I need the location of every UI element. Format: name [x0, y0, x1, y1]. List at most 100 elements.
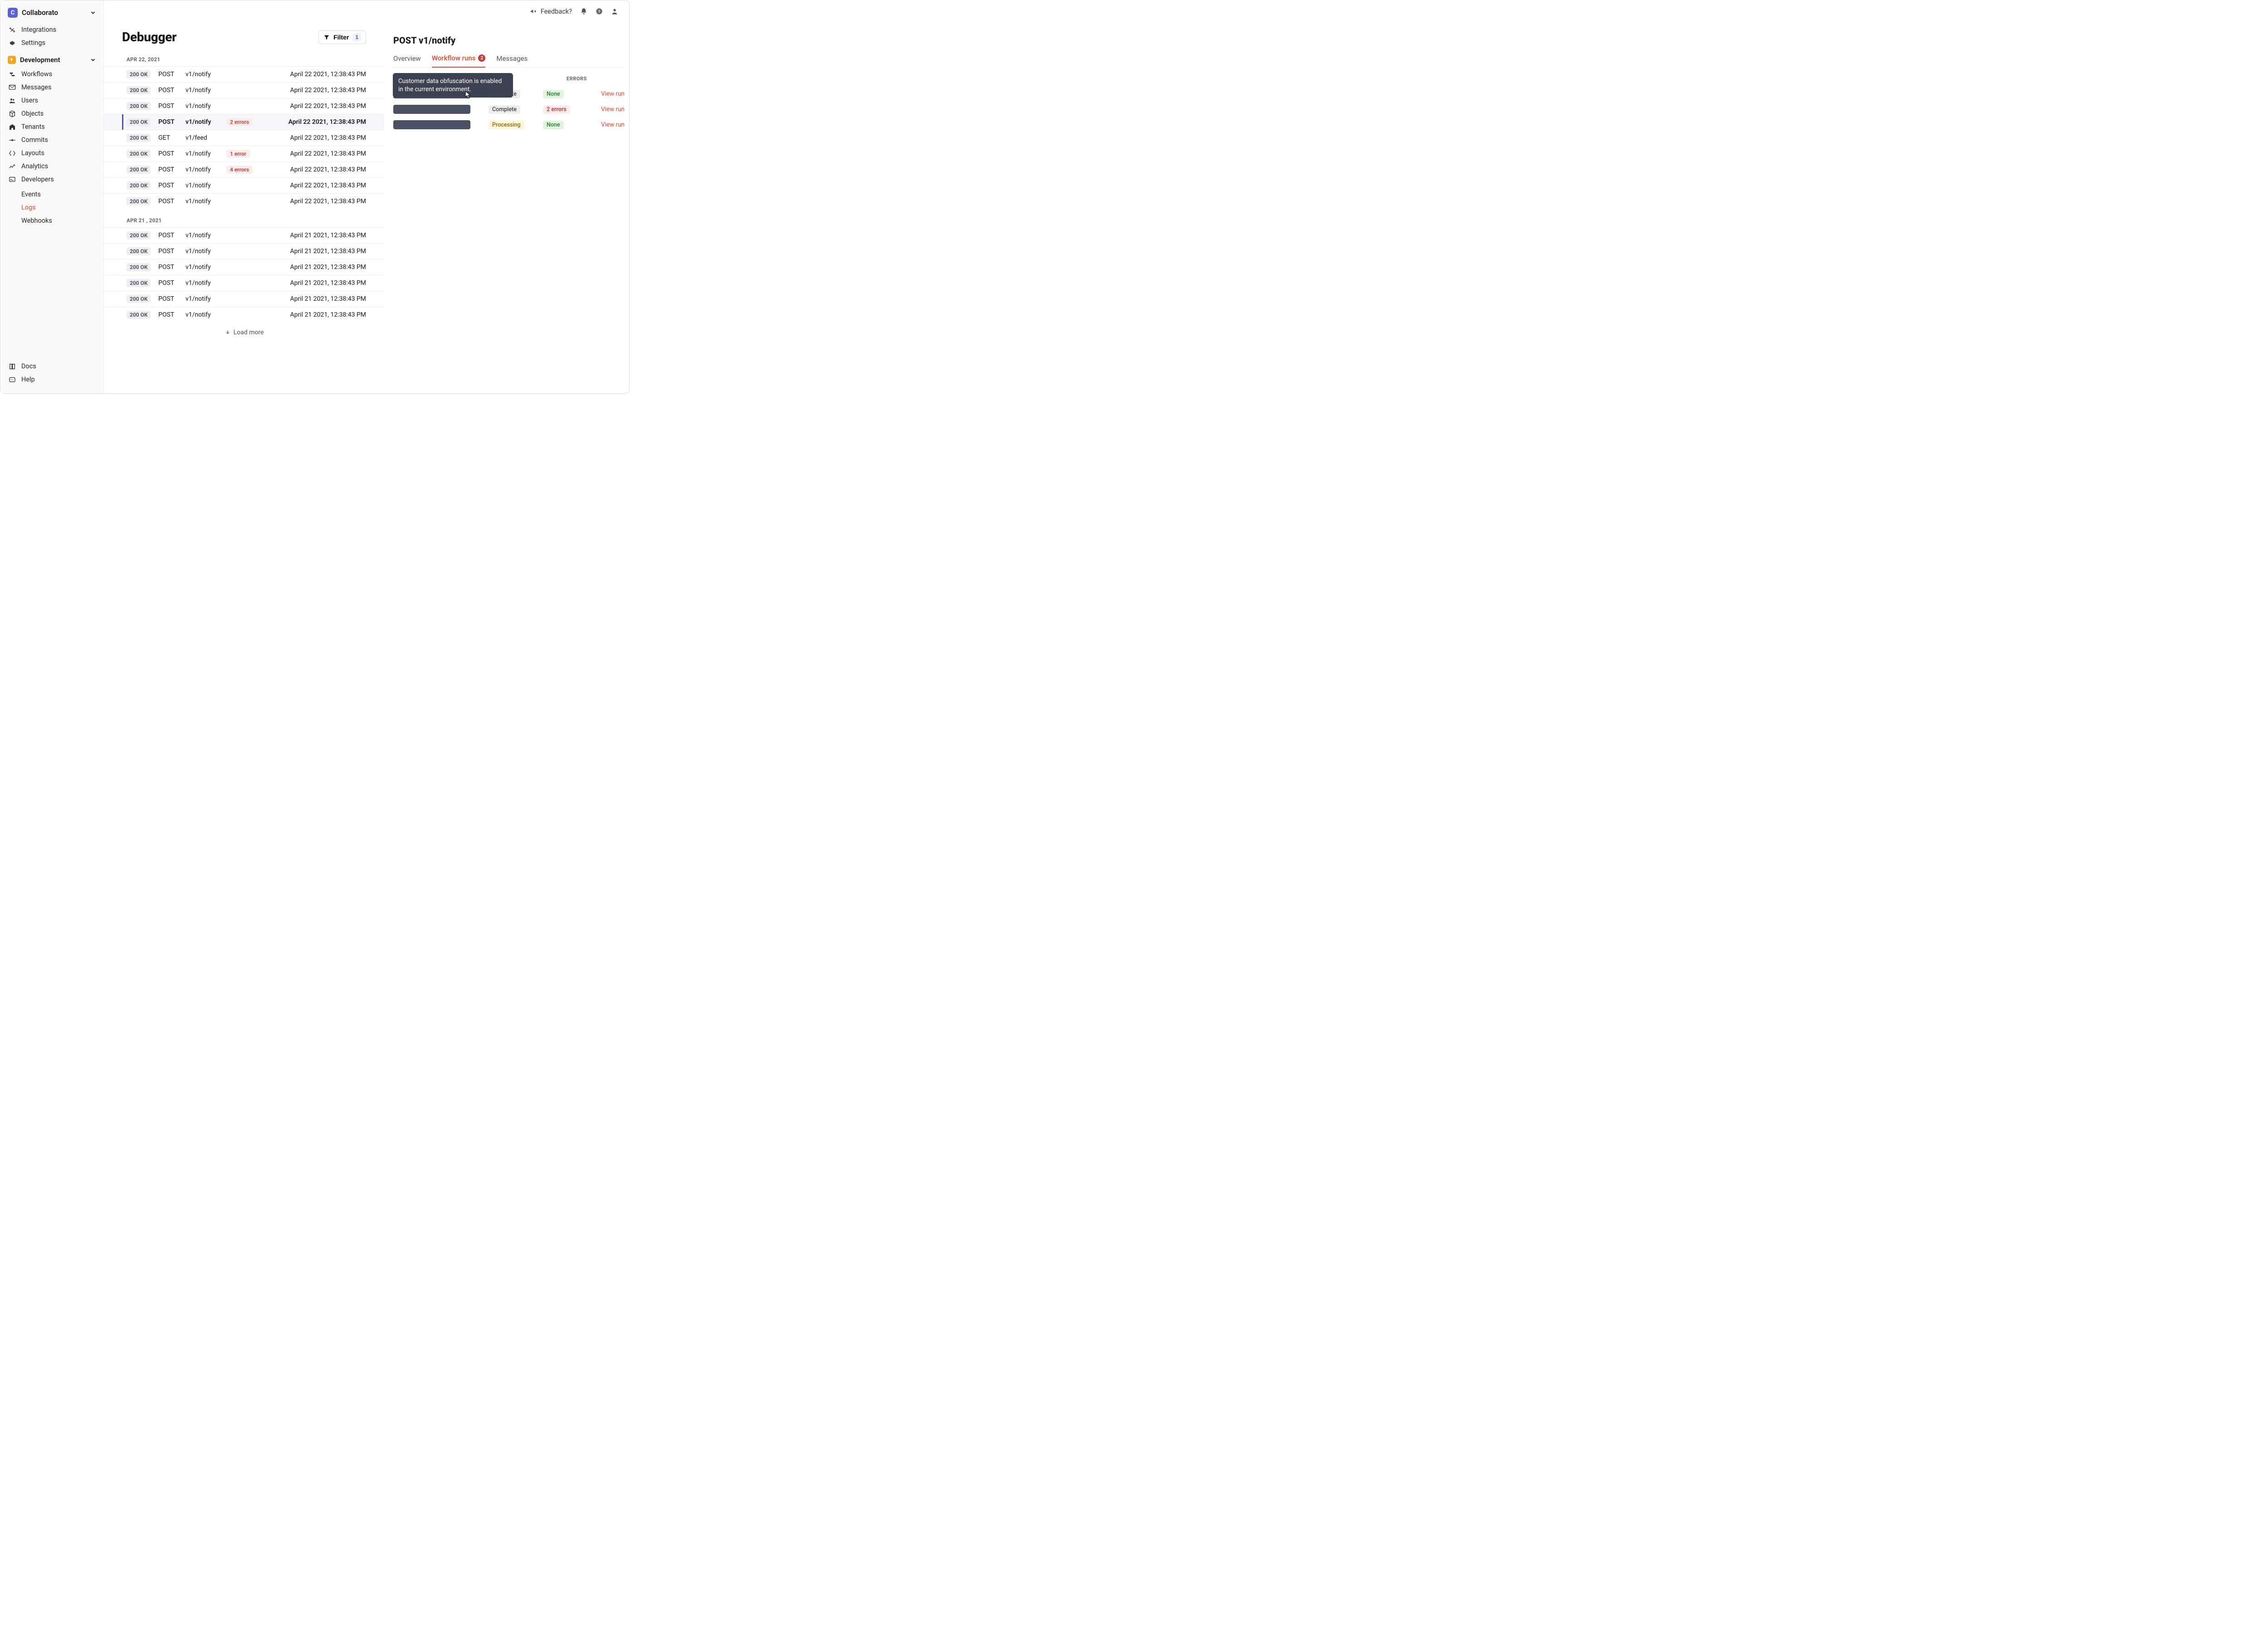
sidebar-item-settings[interactable]: Settings: [4, 36, 100, 49]
obfuscation-tooltip: Customer data obfuscation is enabled in …: [393, 73, 513, 98]
sidebar-item-webhooks[interactable]: Webhooks: [4, 214, 100, 227]
log-time: April 22 2021, 12:38:43 PM: [263, 87, 366, 94]
run-status-badge: Complete: [489, 105, 520, 114]
sidebar-item-events[interactable]: Events: [4, 188, 100, 201]
user-avatar[interactable]: [611, 8, 618, 15]
log-row[interactable]: 200 OKPOSTv1/notifyApril 22 2021, 12:38:…: [104, 193, 384, 209]
sidebar-item-layouts[interactable]: Layouts: [4, 147, 100, 160]
settings-icon: [9, 39, 16, 47]
log-path: v1/notify: [186, 103, 226, 110]
status-badge: 200 OK: [127, 311, 151, 319]
sidebar-item-help[interactable]: Help: [4, 373, 100, 386]
integrations-icon: [9, 26, 16, 34]
log-path: v1/notify: [186, 264, 226, 271]
download-icon: [225, 329, 231, 336]
sidebar-item-label: Logs: [21, 204, 36, 211]
log-row[interactable]: 200 OKPOSTv1/notifyApril 22 2021, 12:38:…: [104, 66, 384, 82]
view-run-link[interactable]: View run: [588, 121, 625, 128]
status-badge: 200 OK: [127, 279, 151, 287]
log-row[interactable]: 200 OKPOSTv1/notify4 errorsApril 22 2021…: [104, 161, 384, 177]
users-icon: [9, 97, 16, 104]
errors-badge: 4 errors: [226, 166, 253, 174]
sidebar-footer-list: Docs Help: [0, 359, 103, 387]
log-time: April 21 2021, 12:38:43 PM: [263, 264, 366, 271]
log-date-header: APR 22, 2021: [104, 48, 384, 66]
sidebar-item-users[interactable]: Users: [4, 94, 100, 107]
log-time: April 21 2021, 12:38:43 PM: [263, 311, 366, 318]
sidebar-item-objects[interactable]: Objects: [4, 107, 100, 120]
log-time: April 21 2021, 12:38:43 PM: [263, 232, 366, 239]
status-badge: 200 OK: [127, 102, 151, 110]
log-row[interactable]: 200 OKPOSTv1/notify2 errorsApril 22 2021…: [104, 114, 384, 130]
log-row[interactable]: 200 OKPOSTv1/notifyApril 21 2021, 12:38:…: [104, 227, 384, 243]
obfuscated-name[interactable]: [393, 105, 470, 114]
view-run-link[interactable]: View run: [588, 106, 625, 113]
log-row[interactable]: 200 OKGETv1/feedApril 22 2021, 12:38:43 …: [104, 130, 384, 146]
status-badge: 200 OK: [127, 295, 151, 303]
sidebar-item-commits[interactable]: Commits: [4, 133, 100, 147]
log-method: POST: [158, 166, 186, 173]
workflows-icon: [9, 71, 16, 78]
sidebar-item-label: Help: [21, 376, 35, 383]
log-method: POST: [158, 118, 186, 126]
obfuscated-name[interactable]: [393, 120, 470, 129]
sidebar-item-messages[interactable]: Messages: [4, 81, 100, 94]
sidebar-item-tenants[interactable]: Tenants: [4, 120, 100, 133]
log-row[interactable]: 200 OKPOSTv1/notifyApril 22 2021, 12:38:…: [104, 177, 384, 193]
sidebar-item-label: Users: [21, 97, 38, 104]
sidebar-item-docs[interactable]: Docs: [4, 360, 100, 373]
log-row[interactable]: 200 OKPOSTv1/notifyApril 21 2021, 12:38:…: [104, 291, 384, 307]
tab-workflow-runs-badge: 2: [478, 54, 485, 62]
workspace-switcher[interactable]: C Collaborato: [0, 5, 103, 22]
log-row[interactable]: 200 OKPOSTv1/notifyApril 21 2021, 12:38:…: [104, 243, 384, 259]
log-method: POST: [158, 248, 186, 255]
sidebar-item-developers[interactable]: Developers: [4, 173, 100, 186]
sidebar-dev-list: WorkflowsMessages Users Objects Tenants Comm…: [0, 67, 103, 187]
runs-head-errors: ERRORS: [543, 76, 588, 82]
sidebar-item-label: Docs: [21, 362, 36, 370]
log-method: POST: [158, 103, 186, 110]
commits-icon: [9, 137, 16, 144]
view-run-link[interactable]: View run: [588, 90, 625, 98]
filter-button[interactable]: Filter 1: [318, 30, 366, 44]
log-row[interactable]: 200 OKPOSTv1/notifyApril 21 2021, 12:38:…: [104, 259, 384, 275]
filter-label: Filter: [333, 34, 349, 41]
sidebar-section-development[interactable]: Development: [0, 50, 103, 67]
help-icon[interactable]: ?: [596, 8, 603, 15]
brand-name: Collaborato: [22, 9, 58, 17]
log-row[interactable]: 200 OKPOSTv1/notifyApril 21 2021, 12:38:…: [104, 307, 384, 323]
log-row[interactable]: 200 OKPOSTv1/notifyApril 22 2021, 12:38:…: [104, 98, 384, 114]
sidebar-item-label: Objects: [21, 110, 44, 117]
sidebar-item-analytics[interactable]: Analytics: [4, 160, 100, 173]
sidebar-item-logs[interactable]: Logs: [4, 201, 100, 214]
logs-list[interactable]: APR 22, 2021200 OKPOSTv1/notifyApril 22 …: [104, 48, 384, 352]
megaphone-icon: [530, 8, 537, 15]
objects-icon: [9, 110, 16, 117]
load-more-button[interactable]: Load more: [104, 323, 384, 342]
sidebar-item-workflows[interactable]: Workflows: [4, 68, 100, 81]
log-path: v1/notify: [186, 248, 226, 255]
log-row[interactable]: 200 OKPOSTv1/notifyApril 21 2021, 12:38:…: [104, 275, 384, 291]
topbar: Feedback? ?: [104, 0, 629, 22]
detail-tabs: Overview Workflow runs 2 Messages: [393, 52, 625, 68]
log-method: POST: [158, 295, 186, 303]
log-time: April 21 2021, 12:38:43 PM: [263, 295, 366, 303]
bell-icon[interactable]: [580, 8, 587, 15]
log-path: v1/notify: [186, 182, 226, 189]
sidebar-item-label: Tenants: [21, 123, 45, 131]
log-row[interactable]: 200 OKPOSTv1/notify1 errorApril 22 2021,…: [104, 146, 384, 161]
sidebar-item-label: Events: [21, 191, 41, 198]
status-badge: 200 OK: [127, 197, 151, 205]
status-badge: 200 OK: [127, 150, 151, 158]
feedback-button[interactable]: Feedback?: [530, 8, 572, 15]
app-root: C Collaborato Integrations Settings Devel…: [0, 0, 629, 393]
sidebar-item-label: Webhooks: [21, 217, 52, 225]
tab-overview[interactable]: Overview: [393, 52, 421, 67]
log-row[interactable]: 200 OKPOSTv1/notifyApril 22 2021, 12:38:…: [104, 82, 384, 98]
tab-messages[interactable]: Messages: [496, 52, 528, 67]
sidebar-item-integrations[interactable]: Integrations: [4, 23, 100, 36]
load-more-label: Load more: [234, 329, 264, 336]
sidebar-item-label: Settings: [21, 39, 45, 47]
log-path: v1/notify: [186, 118, 226, 126]
tab-workflow-runs[interactable]: Workflow runs 2: [432, 52, 486, 68]
